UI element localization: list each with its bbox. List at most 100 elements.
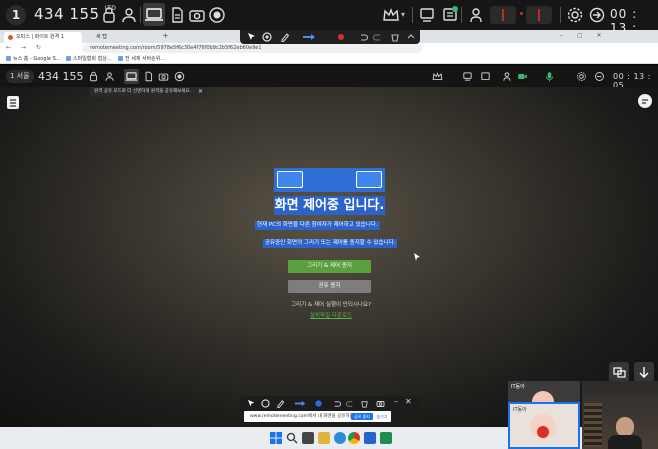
bottom-close-icon[interactable]: ✕: [405, 397, 412, 406]
crown-icon[interactable]: [382, 6, 400, 24]
bookmark-item[interactable]: 스마일협회 협상...: [66, 55, 112, 63]
monitor-right-icon: [356, 171, 382, 188]
inner-mic-icon[interactable]: [544, 71, 555, 82]
word-icon[interactable]: [364, 432, 376, 444]
pen-icon[interactable]: [280, 32, 290, 42]
inner-video-icon[interactable]: [517, 71, 528, 82]
remote-toolbar: 1 434 155 ITD ▾ 00: 13:: [0, 0, 658, 49]
control-status-sub1: 현재 PC의 화면을 다른 참여자가 제어하고 있습니다.: [255, 221, 380, 230]
inner-gear-icon[interactable]: [576, 71, 587, 82]
bottom-clear-icon[interactable]: [360, 399, 369, 408]
inner-record-icon[interactable]: [174, 71, 185, 82]
inner-screen-button[interactable]: [124, 69, 139, 84]
notes-icon[interactable]: [6, 94, 20, 110]
inner-lock-icon[interactable]: [88, 71, 99, 82]
bottom-dot-icon[interactable]: [314, 399, 323, 408]
bottom-arrow-icon[interactable]: [294, 399, 306, 408]
tooltip-text: 원격 공유 모드로 더 선명하게 원격을 공유해보세요.: [94, 89, 191, 94]
control-status-headline: 화면 제어중 입니다.: [274, 196, 385, 215]
inner-exit-icon[interactable]: [594, 71, 605, 82]
window-controls[interactable]: – ▢ ✕: [560, 32, 608, 39]
inner-camera-icon[interactable]: [158, 71, 169, 82]
browser-tab-active[interactable]: 오피스 | 화이트 원격 1: [4, 32, 82, 43]
pc-icon[interactable]: [418, 6, 436, 24]
excel-icon[interactable]: [380, 432, 392, 444]
download-installer-link[interactable]: 설치파일 다운로드: [290, 311, 372, 319]
inner-crown-icon[interactable]: [432, 71, 443, 82]
inner-document-icon[interactable]: [143, 71, 154, 82]
video-toggle-button[interactable]: [490, 6, 516, 24]
chat-bubble-icon[interactable]: [637, 93, 653, 109]
presenter-camera: [582, 381, 658, 449]
tab-favicon-icon: [8, 35, 13, 40]
collapse-chevron-icon[interactable]: [406, 32, 416, 42]
inner-seat-label: 1 서울: [6, 70, 34, 83]
settings-gear-icon[interactable]: [566, 6, 584, 24]
video-tile-name: IT동아: [511, 384, 525, 390]
red-dot: [520, 12, 523, 15]
bottom-camera-icon[interactable]: [376, 399, 385, 408]
exit-icon[interactable]: [588, 6, 606, 24]
stop-draw-control-button[interactable]: 그리기 & 제어 종지: [288, 260, 371, 273]
bottom-laser-icon[interactable]: [261, 399, 270, 408]
camera-icon[interactable]: [188, 6, 206, 24]
shared-screen-area: [0, 87, 658, 427]
bottom-redo-icon[interactable]: [346, 399, 355, 408]
start-icon[interactable]: [270, 432, 282, 444]
bookmark-item[interactable]: 전 세계 서버순위...: [118, 55, 165, 63]
control-overlay-bar: [240, 30, 420, 44]
file-explorer-icon[interactable]: [318, 432, 330, 444]
mouse-cursor-icon: [414, 253, 420, 261]
bottom-pen-icon[interactable]: [276, 399, 285, 408]
user-settings-icon[interactable]: [120, 6, 138, 24]
crown-dropdown-icon[interactable]: ▾: [401, 10, 405, 19]
taskbar-search-icon[interactable]: [286, 432, 298, 444]
edge-icon[interactable]: [334, 432, 346, 444]
avatar-detail: [537, 426, 549, 438]
nested-remote-toolbar: 1 서울 434 155 00 : 13 : 05: [0, 66, 658, 90]
bottom-minimize-icon[interactable]: –: [394, 397, 398, 406]
participant-icon[interactable]: [468, 6, 486, 24]
new-tab-icon[interactable]: +: [162, 31, 169, 40]
screen-view-button[interactable]: [143, 3, 165, 26]
bottom-undo-icon[interactable]: [332, 399, 341, 408]
laser-pointer-icon[interactable]: [262, 32, 272, 42]
chrome-share-notification: www.remotemeeting.com에서 내 화면을 공유하는 중입니다.…: [244, 411, 391, 422]
tooltip-close-icon[interactable]: ✕: [198, 87, 203, 97]
url-input[interactable]: remotemeeting.com/room/5978e5f6c30e4f76f…: [82, 44, 422, 53]
share-hide-button[interactable]: 숨기기: [376, 413, 388, 420]
stop-share-button[interactable]: 공유 종지: [288, 280, 371, 293]
chat-icon[interactable]: [441, 6, 459, 24]
inner-chat-icon[interactable]: [480, 71, 491, 82]
document-icon[interactable]: [168, 6, 186, 24]
tab-label: 새 탭: [96, 34, 107, 40]
bookmark-item[interactable]: 뉴스 홈 - Google S...: [6, 55, 61, 63]
inner-participant-icon[interactable]: [502, 71, 513, 82]
chrome-icon[interactable]: [348, 432, 360, 444]
cursor-icon[interactable]: [247, 32, 257, 42]
clear-icon[interactable]: [390, 32, 400, 42]
layout-toggle-button[interactable]: [609, 362, 629, 382]
session-id-number: 434 155: [34, 5, 100, 23]
bottom-cursor-icon[interactable]: [247, 399, 256, 408]
mic-toggle-button[interactable]: [526, 6, 552, 24]
lock-copy-icon[interactable]: [100, 6, 118, 24]
browser-address-bar: ← → ↻ remotemeeting.com/room/5978e5f6c30…: [0, 43, 658, 54]
share-stop-button[interactable]: 공유 중지: [351, 413, 373, 420]
control-status-sub2: 공유중인 화면의 그리기 또는 제어를 종지할 수 있습니다.: [263, 239, 398, 248]
undo-icon[interactable]: [358, 32, 368, 42]
nav-buttons[interactable]: ← → ↻: [6, 44, 45, 51]
video-tile-2[interactable]: IT동아: [508, 402, 580, 449]
bookshelf: [584, 403, 602, 447]
inner-user-icon[interactable]: [104, 71, 115, 82]
arrow-tool-icon[interactable]: [302, 32, 315, 42]
share-mode-tooltip: 원격 공유 모드로 더 선명하게 원격을 공유해보세요. ✕: [90, 87, 207, 97]
browser-tab-new[interactable]: 새 탭: [84, 32, 158, 43]
red-dot-icon[interactable]: [336, 32, 346, 42]
video-panel: IT동아 IT동아: [508, 381, 658, 449]
redo-icon[interactable]: [373, 32, 383, 42]
record-icon[interactable]: [208, 6, 226, 24]
collapse-down-button[interactable]: [634, 362, 654, 382]
inner-pc-icon[interactable]: [462, 71, 473, 82]
task-view-icon[interactable]: [302, 432, 314, 444]
